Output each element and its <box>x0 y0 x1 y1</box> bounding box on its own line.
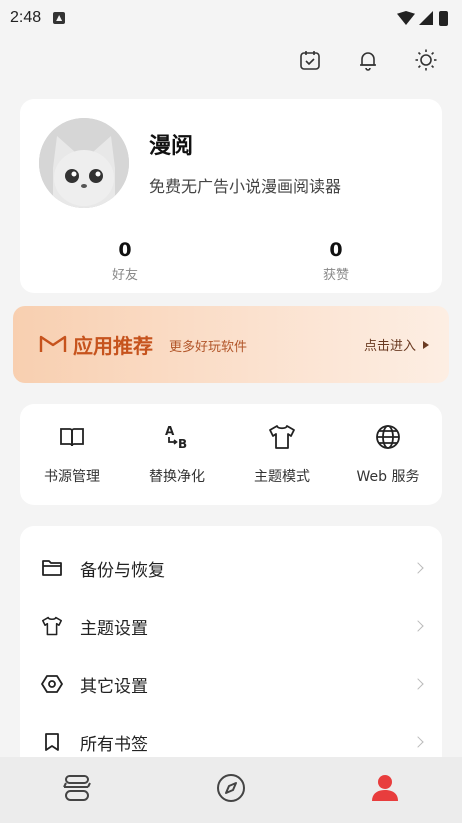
battery-icon <box>439 10 448 26</box>
chevron-right-icon <box>412 620 424 632</box>
book-open-icon <box>22 422 122 452</box>
play-arrow-icon <box>423 340 429 349</box>
svg-text:B: B <box>178 437 187 451</box>
menu-item-theme-settings[interactable]: 主题设置 <box>20 597 442 655</box>
wifi-icon <box>397 11 415 25</box>
nav-discover[interactable] <box>154 757 308 823</box>
profile-subtitle: 免费无广告小说漫画阅读器 <box>149 177 342 196</box>
friends-label: 好友 <box>111 268 138 283</box>
sun-icon[interactable] <box>414 48 438 72</box>
likes-stat[interactable]: 0 获赞 <box>296 239 376 283</box>
bottom-nav <box>0 757 462 823</box>
bookmark-icon <box>40 730 64 754</box>
app-recommend-banner[interactable]: 应用推荐 更多好玩软件 点击进入 <box>13 306 449 383</box>
banner-enter-link[interactable]: 点击进入 <box>364 335 429 354</box>
signal-icon <box>419 11 433 25</box>
nav-profile[interactable] <box>308 757 462 823</box>
tool-book-source[interactable]: 书源管理 <box>22 422 122 486</box>
tool-label: 主题模式 <box>254 469 310 485</box>
notification-icon <box>53 12 66 24</box>
profile-name: 漫阅 <box>149 134 194 159</box>
tool-label: Web 服务 <box>356 469 420 485</box>
nav-bookshelf[interactable] <box>0 757 154 823</box>
menu-item-label: 所有书签 <box>80 734 148 755</box>
tool-replace[interactable]: A B 替换净化 <box>127 422 227 486</box>
settings-hex-icon <box>40 672 64 696</box>
friends-count: 0 <box>118 239 132 261</box>
shirt-icon <box>40 614 64 638</box>
status-bar: 2:48 <box>0 0 462 36</box>
tool-label: 替换净化 <box>149 469 205 485</box>
banner-enter-label: 点击进入 <box>363 339 416 354</box>
folder-icon <box>40 556 64 580</box>
tool-label: 书源管理 <box>44 469 100 485</box>
menu-item-label: 其它设置 <box>80 676 148 697</box>
profile-card: 漫阅 免费无广告小说漫画阅读器 0 好友 0 获赞 <box>20 99 442 293</box>
person-icon <box>371 773 399 807</box>
status-icons <box>397 10 448 26</box>
calendar-check-icon[interactable] <box>298 48 322 72</box>
chevron-right-icon <box>412 678 424 690</box>
menu-item-label: 主题设置 <box>80 618 148 639</box>
banner-subtitle: 更多好玩软件 <box>169 340 248 355</box>
compass-icon <box>216 773 246 807</box>
avatar[interactable] <box>39 118 129 208</box>
top-actions <box>298 48 438 72</box>
likes-count: 0 <box>329 239 343 261</box>
replace-ab-icon: A B <box>127 422 227 452</box>
banner-title: 应用推荐 <box>73 334 153 358</box>
recommend-logo-icon <box>39 334 67 358</box>
status-time: 2:48 <box>10 9 42 26</box>
friends-stat[interactable]: 0 好友 <box>85 239 165 283</box>
tool-theme-mode[interactable]: 主题模式 <box>232 422 332 486</box>
bookshelf-icon <box>61 773 93 807</box>
tools-card: 书源管理 A B 替换净化 主题模式 Web 服务 <box>20 404 442 505</box>
shirt-icon <box>232 422 332 452</box>
chevron-right-icon <box>412 562 424 574</box>
menu-item-label: 备份与恢复 <box>80 560 165 581</box>
chevron-right-icon <box>412 736 424 748</box>
bell-icon[interactable] <box>356 48 380 72</box>
menu-item-other-settings[interactable]: 其它设置 <box>20 655 442 713</box>
likes-label: 获赞 <box>322 268 349 283</box>
settings-menu: 备份与恢复 主题设置 其它设置 所有书签 <box>20 526 442 776</box>
globe-icon <box>338 422 438 452</box>
tool-web-service[interactable]: Web 服务 <box>338 422 438 486</box>
svg-text:A: A <box>165 424 175 438</box>
menu-item-backup[interactable]: 备份与恢复 <box>20 539 442 597</box>
